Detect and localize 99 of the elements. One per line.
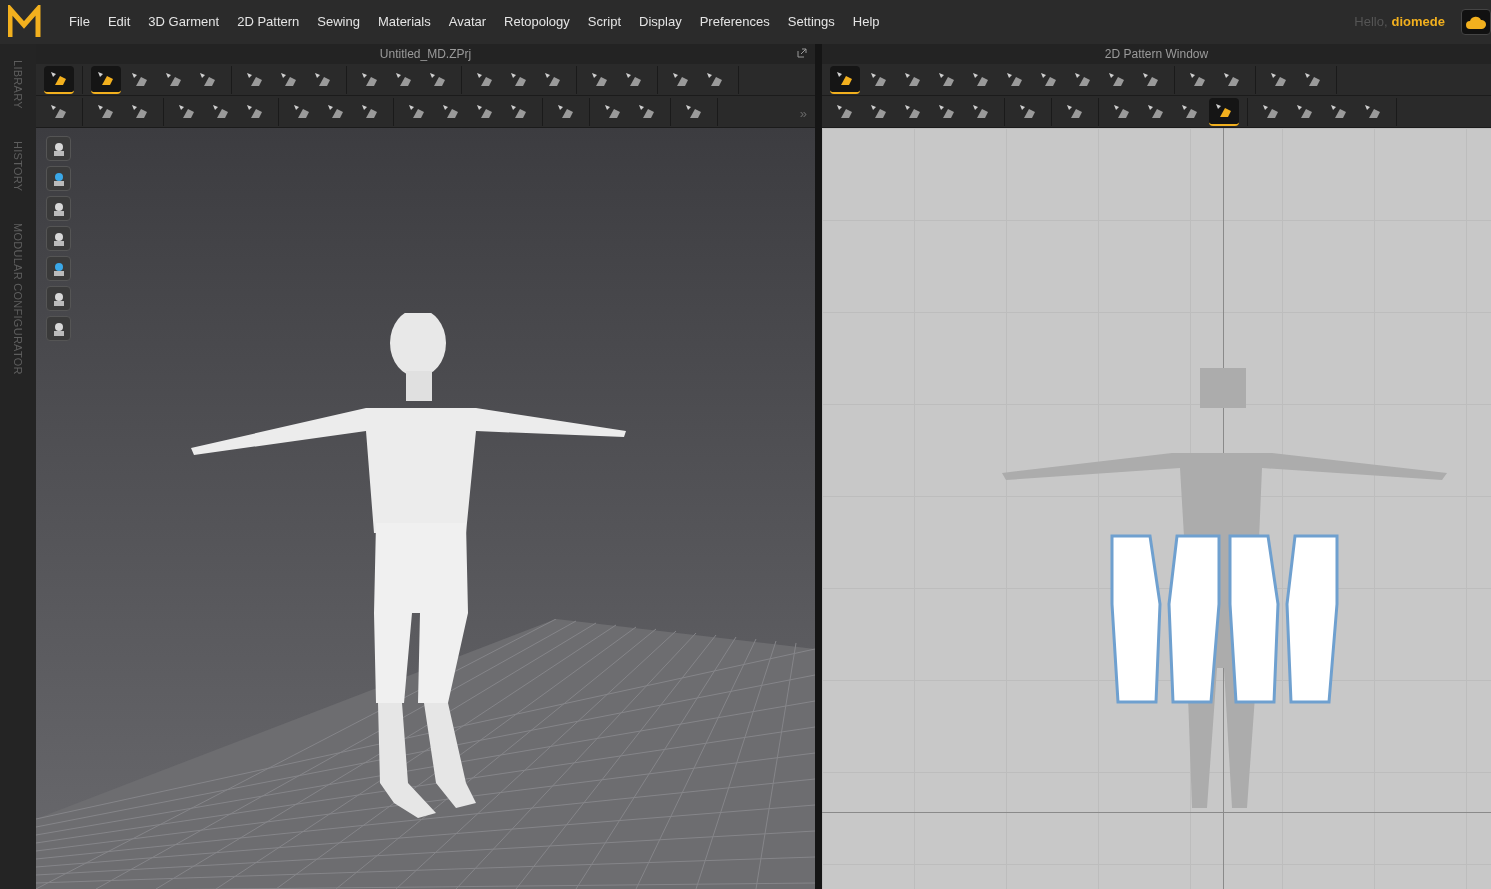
menu-item[interactable]: 3D Garment <box>139 12 229 32</box>
menu-item[interactable]: Retopology <box>495 12 579 32</box>
tool-icon <box>556 102 576 121</box>
tool-icon <box>1005 70 1025 89</box>
tool-icon <box>705 70 725 89</box>
tool-icon <box>407 102 427 121</box>
tool-icon <box>637 102 657 121</box>
tool-button[interactable] <box>830 65 860 94</box>
tool-icon <box>1261 102 1281 121</box>
view-tool-button[interactable] <box>46 256 71 281</box>
tool-icon <box>590 70 610 89</box>
tool-icon <box>1363 102 1383 121</box>
tool-icon <box>177 102 197 121</box>
menu-item[interactable]: Edit <box>98 12 140 32</box>
tool-icon <box>1073 70 1093 89</box>
tool-icon <box>1188 70 1208 89</box>
tool-icon <box>198 70 218 89</box>
tool-button[interactable] <box>44 65 74 94</box>
tool-icon <box>313 70 333 89</box>
tool-icon <box>1112 102 1132 121</box>
tool-icon <box>1303 70 1323 89</box>
menu-item[interactable]: Help <box>843 12 889 32</box>
tool-icon <box>49 69 69 88</box>
tool-icon <box>509 102 529 121</box>
user-name: diomede <box>1391 13 1445 32</box>
tool-icon <box>1295 102 1315 121</box>
tool-icon <box>211 102 231 121</box>
tool-icon <box>245 70 265 89</box>
popout-icon[interactable] <box>797 48 807 58</box>
tool-button[interactable] <box>91 65 121 94</box>
tool-icon <box>903 102 923 121</box>
tool-icon <box>1269 70 1289 89</box>
tool-icon <box>279 70 299 89</box>
tool-button[interactable] <box>1209 97 1239 126</box>
tool-icon <box>1039 70 1059 89</box>
tool-icon <box>1141 70 1161 89</box>
tool-icon <box>441 102 461 121</box>
tool-icon <box>937 70 957 89</box>
tool-icon <box>1180 102 1200 121</box>
tool-icon <box>835 102 855 121</box>
menu-item[interactable]: Sewing <box>308 12 369 32</box>
menu-item[interactable]: Settings <box>778 12 844 32</box>
tool-icon <box>96 69 116 88</box>
tool-icon <box>1107 70 1127 89</box>
logo-icon <box>8 5 44 39</box>
tool-icon <box>671 70 691 89</box>
pattern-piece[interactable] <box>1167 533 1223 705</box>
tool-icon <box>475 102 495 121</box>
view-tool-button[interactable] <box>46 286 71 311</box>
menu-item[interactable]: Script <box>578 12 631 32</box>
tool-icon <box>164 70 184 89</box>
tool-icon <box>428 70 448 89</box>
tool-icon <box>903 70 923 89</box>
tool-icon <box>49 102 69 121</box>
tool-icon <box>971 70 991 89</box>
menu-item[interactable]: Preferences <box>690 12 779 32</box>
menu-item[interactable]: 2D Pattern <box>228 12 309 32</box>
tool-icon <box>869 70 889 89</box>
tool-icon <box>1018 102 1038 121</box>
cloud-button[interactable] <box>1461 9 1491 35</box>
tool-icon <box>245 102 265 121</box>
tool-icon <box>1329 102 1349 121</box>
tool-icon <box>96 102 116 121</box>
cloud-icon <box>1465 14 1487 30</box>
tool-icon <box>360 70 380 89</box>
tool-icon <box>130 70 150 89</box>
tool-icon <box>292 102 312 121</box>
window-title: Untitled_MD.ZPrj <box>379 46 472 63</box>
menu-item[interactable]: Display <box>630 12 691 32</box>
tool-icon <box>1146 102 1166 121</box>
view-tool-button[interactable] <box>46 166 71 191</box>
pattern-piece[interactable] <box>1285 533 1341 705</box>
menu-item[interactable]: File <box>60 12 99 32</box>
tool-icon <box>1065 102 1085 121</box>
tool-icon <box>835 69 855 88</box>
tool-icon <box>869 102 889 121</box>
tool-icon <box>475 70 495 89</box>
tool-icon <box>624 70 644 89</box>
tool-icon <box>326 102 346 121</box>
tool-icon <box>684 102 704 121</box>
tool-icon <box>1214 101 1234 120</box>
pattern-piece[interactable] <box>1108 533 1164 705</box>
window-title: 2D Pattern Window <box>1104 46 1209 63</box>
tool-icon <box>1222 70 1242 89</box>
tool-icon <box>543 70 563 89</box>
tool-icon <box>360 102 380 121</box>
tool-icon <box>394 70 414 89</box>
pattern-piece[interactable] <box>1226 533 1282 705</box>
tool-icon <box>603 102 623 121</box>
tool-icon <box>971 102 991 121</box>
tool-icon <box>937 102 957 121</box>
view-tool-button[interactable] <box>46 196 71 221</box>
menu-item[interactable]: Materials <box>368 12 440 32</box>
view-tool-button[interactable] <box>46 226 71 251</box>
tool-icon <box>509 70 529 89</box>
view-tool-button[interactable] <box>46 136 71 161</box>
tool-icon <box>130 102 150 121</box>
view-tool-button[interactable] <box>46 316 71 341</box>
menu-item[interactable]: Avatar <box>439 12 496 32</box>
